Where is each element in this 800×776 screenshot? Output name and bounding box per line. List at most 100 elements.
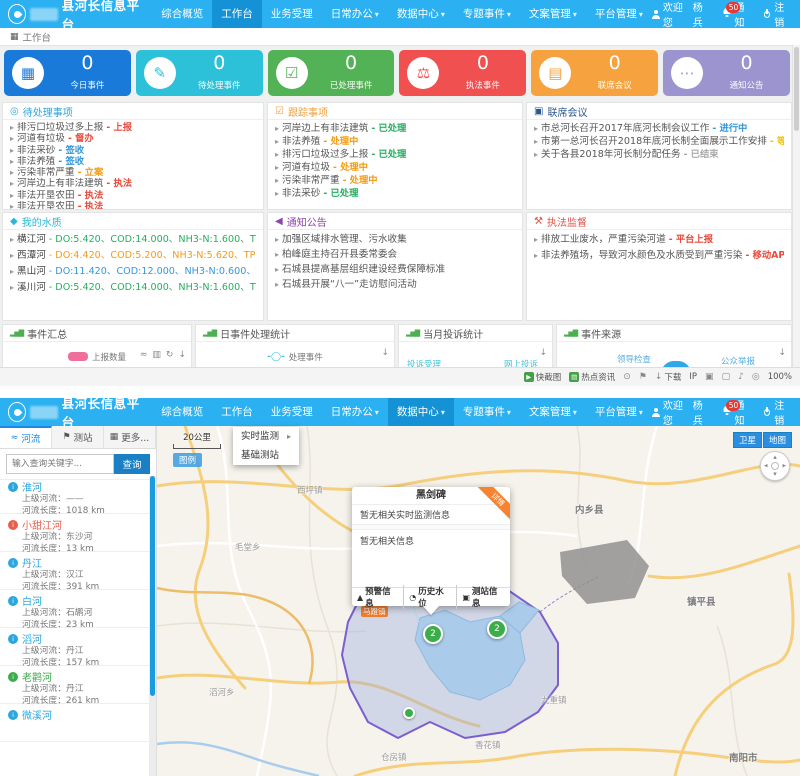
- window-icon[interactable]: ▢: [722, 372, 731, 382]
- bar-chart-toggle-icon[interactable]: ▥: [152, 350, 161, 360]
- tab-rivers[interactable]: ≈河流: [0, 426, 52, 448]
- pin-icon[interactable]: ⚑: [639, 372, 647, 382]
- river-list-item[interactable]: i滔河 上级河流：丹江 河流长度：157 km: [0, 628, 149, 666]
- zoom-level[interactable]: 100%: [768, 372, 792, 382]
- nav-item-overview[interactable]: 综合概览: [152, 398, 212, 426]
- search-input[interactable]: [6, 454, 114, 474]
- scrollbar-thumb[interactable]: [794, 47, 799, 131]
- map-point-marker[interactable]: [403, 707, 415, 719]
- legend-swatch[interactable]: [68, 352, 88, 361]
- water-quality-item[interactable]: ▸西潭河- DO:4.420、COD:5.200、NH3-N:5.620、TP:…: [10, 248, 256, 264]
- nav-item-documents[interactable]: 文案管理▾: [520, 0, 586, 28]
- tracking-item[interactable]: ▸非法采砂- 已处理: [275, 187, 515, 200]
- meeting-item[interactable]: ▸市总河长召开2017年底河长制会议工作- 进行中: [534, 122, 784, 135]
- map-pan-control[interactable]: ▴ ▾ ◂ ▸: [760, 451, 790, 481]
- pending-item[interactable]: ▸非法养殖- 签收: [10, 156, 256, 167]
- river-list-item[interactable]: i淮河 上级河流：—— 河流长度：1018 km: [0, 476, 149, 514]
- logout-button[interactable]: 注销: [763, 398, 792, 427]
- legend-button[interactable]: 图例: [173, 453, 202, 467]
- sound-icon[interactable]: ♪: [738, 372, 744, 382]
- pending-item[interactable]: ▸污染非常严重- 立案: [10, 167, 256, 178]
- pan-left-icon[interactable]: ◂: [764, 463, 768, 470]
- notice-item[interactable]: ▸加强区域排水管理、污水收集: [275, 232, 515, 247]
- legend-label[interactable]: 上报数量: [92, 351, 126, 363]
- pending-item[interactable]: ▸河道有垃圾- 督办: [10, 133, 256, 144]
- nav-item-topics[interactable]: 专题事件▾: [454, 398, 520, 426]
- meeting-item[interactable]: ▸市第一总河长召开2018年底河长制全面展示工作安排- 等待中: [534, 135, 784, 148]
- river-list-item[interactable]: i微溪河: [0, 704, 149, 742]
- pan-center-icon[interactable]: [771, 462, 779, 470]
- ip-button[interactable]: IP: [689, 372, 697, 382]
- tracking-item[interactable]: ▸污染非常严重- 处理中: [275, 174, 515, 187]
- welcome-user[interactable]: 欢迎您 杨兵: [652, 398, 711, 427]
- legend-label[interactable]: 处理事件: [289, 351, 323, 363]
- sidebar-scrollbar[interactable]: [149, 476, 156, 776]
- pending-item[interactable]: ▸河岸边上有非法建筑- 执法: [10, 178, 256, 189]
- download-icon[interactable]: ↓: [778, 348, 786, 358]
- pending-item[interactable]: ▸非法开垦农田- 执法: [10, 201, 256, 210]
- meeting-item[interactable]: ▸关于各县2018年河长制分配任务- 已结束: [534, 148, 784, 161]
- notice-item[interactable]: ▸柏峰庭主持召开县委常委会: [275, 247, 515, 262]
- notice-item[interactable]: ▸石城县开展“八一”走访慰问活动: [275, 277, 515, 292]
- pending-item[interactable]: ▸排污口垃圾过多上报- 上报: [10, 122, 256, 133]
- map-canvas[interactable]: 毛堂乡 西坪镇 上集镇 内乡县 镇平县 南阳市 仓房镇 滔河乡 九重镇 香花镇 …: [157, 426, 800, 776]
- nav-item-data-center[interactable]: 数据中心▾: [388, 398, 454, 426]
- map-button[interactable]: 地图: [763, 432, 792, 448]
- legend-line-marker[interactable]: -◯-: [267, 352, 285, 362]
- law-item[interactable]: ▸非法养殖场，导致河水颜色及水质受到严重污染- 移动APP上报: [534, 248, 784, 264]
- logout-button[interactable]: 注销: [763, 0, 792, 29]
- water-quality-item[interactable]: ▸横江河- DO:5.420、COD:14.000、NH3-N:1.600、TP…: [10, 232, 256, 248]
- pan-down-icon[interactable]: ▾: [773, 471, 777, 478]
- nav-item-business[interactable]: 业务受理: [262, 398, 322, 426]
- details-ribbon[interactable]: 详情: [476, 487, 510, 521]
- menu-item-base-stations[interactable]: 基础测站: [233, 446, 299, 465]
- notice-item[interactable]: ▸石城县提高基层组织建设经费保障标准: [275, 262, 515, 277]
- download-icon[interactable]: ↓: [381, 348, 389, 358]
- stat-card[interactable]: ☑ 0已处理事件: [268, 50, 395, 96]
- map-cluster-marker[interactable]: 2: [423, 624, 443, 644]
- stat-card[interactable]: ⋯ 0通知公告: [663, 50, 790, 96]
- tab-more[interactable]: ▦更多...: [104, 426, 156, 448]
- water-quality-item[interactable]: ▸溪川河- DO:5.420、COD:14.000、NH3-N:1.600、TP…: [10, 280, 256, 296]
- stat-card[interactable]: ⚖ 0执法事件: [399, 50, 526, 96]
- tracking-item[interactable]: ▸河岸边上有非法建筑- 已处理: [275, 122, 515, 135]
- refresh-icon[interactable]: ↻: [166, 350, 174, 360]
- welcome-user[interactable]: 欢迎您 杨兵: [652, 0, 711, 29]
- news-button[interactable]: ▤热点资讯: [569, 371, 615, 383]
- page-scrollbar[interactable]: [792, 45, 800, 368]
- pan-right-icon[interactable]: ▸: [782, 463, 786, 470]
- download-icon[interactable]: ↓: [539, 348, 547, 358]
- zoom-icon[interactable]: ◎: [752, 372, 760, 382]
- stat-card[interactable]: ▤ 0联席会议: [531, 50, 658, 96]
- nav-item-documents[interactable]: 文案管理▾: [520, 398, 586, 426]
- menu-item-realtime-monitoring[interactable]: 实时监测▸: [233, 427, 299, 446]
- nav-item-platform[interactable]: 平台管理▾: [586, 0, 652, 28]
- history-icon[interactable]: ⊙: [623, 372, 631, 382]
- pending-item[interactable]: ▸非法采砂- 签收: [10, 145, 256, 156]
- river-list-item[interactable]: i老鹳河 上级河流：丹江 河流长度：261 km: [0, 666, 149, 704]
- nav-item-daily-office[interactable]: 日常办公▾: [322, 0, 388, 28]
- download-button[interactable]: ↓下载: [655, 371, 682, 383]
- nav-item-business[interactable]: 业务受理: [262, 0, 322, 28]
- line-chart-icon[interactable]: ≈: [140, 350, 148, 360]
- tab-stations[interactable]: ⚑测站: [52, 426, 104, 448]
- nav-item-platform[interactable]: 平台管理▾: [586, 398, 652, 426]
- scrollbar-thumb[interactable]: [150, 476, 155, 696]
- notifications-button[interactable]: 50通知: [722, 398, 751, 427]
- satellite-button[interactable]: 卫星: [733, 432, 762, 448]
- river-list-item[interactable]: i小甜江河 上级河流：东沙河 河流长度：13 km: [0, 514, 149, 552]
- river-list-item[interactable]: i丹江 上级河流：汉江 河流长度：391 km: [0, 552, 149, 590]
- tracking-item[interactable]: ▸排污口垃圾过多上报- 已处理: [275, 148, 515, 161]
- nav-item-workbench[interactable]: 工作台: [212, 0, 262, 28]
- stat-card[interactable]: ▦ 0今日事件: [4, 50, 131, 96]
- tracking-item[interactable]: ▸河道有垃圾- 处理中: [275, 161, 515, 174]
- law-item[interactable]: ▸排放工业废水，严重污染河道- 平台上报: [534, 232, 784, 248]
- nav-item-data-center[interactable]: 数据中心▾: [388, 0, 454, 28]
- tracking-item[interactable]: ▸非法养殖- 处理中: [275, 135, 515, 148]
- popup-link[interactable]: ▲预警信息: [352, 585, 403, 609]
- nav-item-topics[interactable]: 专题事件▾: [454, 0, 520, 28]
- water-quality-item[interactable]: ▸黑山河- DO:11.420、COD:12.000、NH3-N:0.600、T…: [10, 264, 256, 280]
- popup-link[interactable]: ▣测站信息: [456, 585, 510, 609]
- pan-up-icon[interactable]: ▴: [773, 454, 777, 461]
- pending-item[interactable]: ▸非法开垦农田- 执法: [10, 190, 256, 201]
